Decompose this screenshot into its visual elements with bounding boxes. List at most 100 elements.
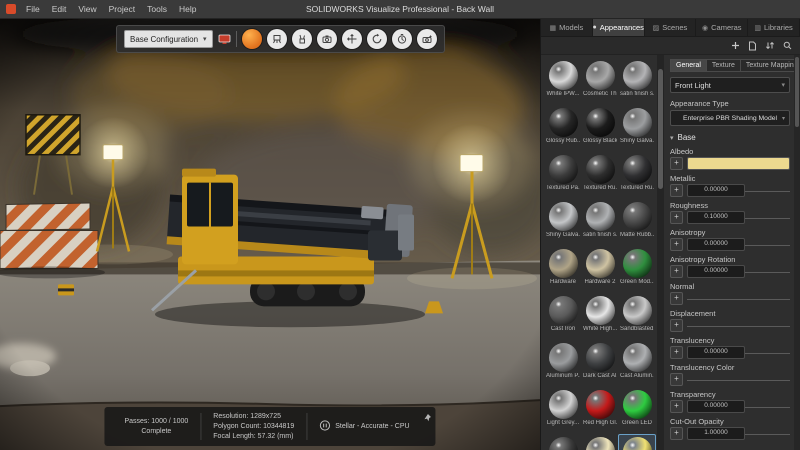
materials-scrollbar[interactable]	[657, 55, 664, 450]
material-item[interactable]: Cast Iron	[544, 293, 582, 340]
tab-general[interactable]: General	[670, 59, 707, 72]
appearance-type-dropdown[interactable]: Enterprise PBR Shading Model ▾	[670, 110, 790, 126]
material-item[interactable]: White High...	[581, 293, 619, 340]
menu-view[interactable]: View	[72, 2, 102, 16]
tab-texture[interactable]: Texture	[707, 59, 741, 72]
move-axis-icon[interactable]	[342, 29, 362, 49]
render-scene[interactable]	[0, 19, 540, 450]
material-item[interactable]: Textured Ru...	[618, 152, 656, 199]
material-item[interactable]: Textured Ru...	[581, 152, 619, 199]
appearance-name-dropdown[interactable]: Front Light ▾	[670, 77, 790, 93]
material-item[interactable]: Green LED	[618, 387, 656, 434]
property-value[interactable]: 0.00000	[687, 265, 745, 278]
property-slider[interactable]: 1.00000	[687, 428, 790, 440]
add-texture-button[interactable]: +	[670, 238, 683, 251]
tab-scenes[interactable]: ▨ Scenes	[645, 19, 697, 36]
property-slider[interactable]	[687, 320, 790, 332]
property-slider[interactable]: 0.10000	[687, 212, 790, 224]
material-item[interactable]: Shiny Galva...	[618, 105, 656, 152]
sort-icon[interactable]	[765, 41, 775, 50]
material-item[interactable]: Dark Cast Al...	[581, 340, 619, 387]
add-texture-button[interactable]: +	[670, 319, 683, 332]
easel-icon[interactable]	[267, 29, 287, 49]
paint-tools-icon[interactable]	[292, 29, 312, 49]
material-item[interactable]: Textured Pa...	[544, 152, 582, 199]
scrollbar-thumb[interactable]	[658, 69, 663, 189]
add-texture-button[interactable]: +	[670, 211, 683, 224]
scrollbar-thumb[interactable]	[795, 57, 799, 127]
color-swatch[interactable]	[687, 157, 790, 170]
pause-icon[interactable]	[319, 420, 330, 433]
property-value[interactable]: 1.00000	[687, 427, 745, 440]
tab-libraries[interactable]: ▥ Libraries	[748, 19, 800, 36]
add-texture-button[interactable]: +	[670, 427, 683, 440]
material-item[interactable]: Front Light	[618, 434, 656, 450]
material-item[interactable]: satin finish s...	[618, 58, 656, 105]
material-item[interactable]: Hardware	[544, 246, 582, 293]
material-item[interactable]: Glossy Black...	[581, 105, 619, 152]
menu-project[interactable]: Project	[103, 2, 141, 16]
tab-appearances[interactable]: ● Appearances	[593, 19, 645, 36]
property-value[interactable]: 0.00000	[687, 238, 745, 251]
material-item[interactable]: Aluminum P...	[544, 340, 582, 387]
material-item[interactable]: Cast Alumin...	[618, 340, 656, 387]
property-slider[interactable]	[687, 293, 790, 305]
menu-file[interactable]: File	[20, 2, 46, 16]
add-texture-button[interactable]: +	[670, 184, 683, 197]
material-item[interactable]: Shiny Galva...	[544, 199, 582, 246]
import-icon[interactable]	[748, 41, 757, 51]
material-item[interactable]: Light Grey...	[544, 387, 582, 434]
turntable-icon[interactable]	[367, 29, 387, 49]
property-slider[interactable]: 0.00000	[687, 347, 790, 359]
add-appearance-icon[interactable]	[731, 41, 740, 50]
property-value[interactable]: 0.00000	[687, 346, 745, 359]
add-texture-button[interactable]: +	[670, 400, 683, 413]
material-item[interactable]: satin finish s...	[581, 199, 619, 246]
menu-tools[interactable]: Tools	[141, 2, 173, 16]
property-slider[interactable]	[687, 374, 790, 386]
render-viewport[interactable]: Base Configuration ▾	[0, 19, 540, 450]
property-value[interactable]: 0.00000	[687, 400, 745, 413]
material-item[interactable]: Hardware 2	[581, 246, 619, 293]
menu-edit[interactable]: Edit	[46, 2, 73, 16]
timer-icon[interactable]	[392, 29, 412, 49]
property-value[interactable]: 0.00000	[687, 184, 745, 197]
search-icon[interactable]	[783, 41, 792, 50]
add-texture-button[interactable]: +	[670, 265, 683, 278]
material-item[interactable]: Green Mod...	[618, 246, 656, 293]
camera-icon[interactable]	[317, 29, 337, 49]
property-slider[interactable]: 0.00000	[687, 239, 790, 251]
tab-scenes-label: Scenes	[662, 23, 687, 32]
scenes-icon: ▨	[653, 24, 660, 32]
property-slider[interactable]: 0.00000	[687, 185, 790, 197]
material-item[interactable]: Matte Rubb...	[618, 199, 656, 246]
properties-scrollbar[interactable]	[794, 55, 800, 450]
material-item[interactable]: Rear Light	[581, 434, 619, 450]
property-slider[interactable]: 0.00000	[687, 401, 790, 413]
tab-cameras[interactable]: ◉ Cameras	[696, 19, 748, 36]
tab-texture-mapping[interactable]: Texture Mapping	[741, 59, 800, 72]
tab-models[interactable]: ▦ Models	[541, 19, 593, 36]
app-logo-icon	[6, 4, 16, 14]
menu-help[interactable]: Help	[173, 2, 202, 16]
property-slider[interactable]: 0.00000	[687, 266, 790, 278]
material-label: Sandblasted...	[620, 326, 654, 332]
material-item[interactable]: Sandblasted...	[618, 293, 656, 340]
material-item[interactable]: Cosmetic Th...	[581, 58, 619, 105]
add-texture-button[interactable]: +	[670, 157, 683, 170]
base-section-header[interactable]: ▾ Base	[670, 133, 790, 142]
material-item[interactable]: Glossy Rub...	[544, 105, 582, 152]
add-texture-button[interactable]: +	[670, 373, 683, 386]
pin-icon[interactable]	[424, 409, 433, 427]
material-item[interactable]: Red High Gl...	[581, 387, 619, 434]
material-item[interactable]: Drill Track C...	[544, 434, 582, 450]
property-value[interactable]: 0.10000	[687, 211, 745, 224]
configuration-dropdown[interactable]: Base Configuration ▾	[124, 30, 213, 48]
display-config-icon[interactable]	[218, 34, 231, 45]
material-item[interactable]: White IPW...	[544, 58, 582, 105]
add-texture-button[interactable]: +	[670, 292, 683, 305]
add-texture-button[interactable]: +	[670, 346, 683, 359]
property-row: +	[670, 158, 790, 170]
snapshot-icon[interactable]	[417, 29, 437, 49]
render-icon[interactable]	[242, 29, 262, 49]
